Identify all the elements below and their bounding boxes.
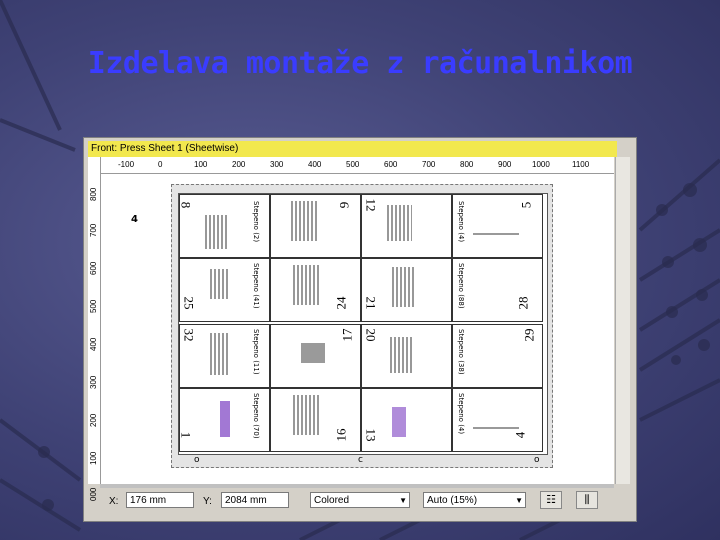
page-slug: Stepeno (41) — [252, 263, 260, 309]
page-slug: Stepeno (88) — [457, 263, 465, 309]
page-number: 4 — [512, 431, 528, 439]
page-cell[interactable]: 1 Stepeno (70) — [179, 388, 270, 452]
hruler-tick: 100 — [194, 160, 208, 169]
vruler-tick: 100 — [89, 451, 98, 465]
slide-title: Izdelava montaže z računalnikom — [87, 46, 633, 81]
page-slug: Stepeno (2) — [252, 201, 260, 243]
hruler-tick: 300 — [270, 160, 284, 169]
page-number: 17 — [339, 328, 355, 342]
color-mode-value: Colored — [314, 495, 350, 506]
window-title: Front: Press Sheet 1 (Sheetwise) — [88, 141, 617, 157]
hruler-tick: 900 — [498, 160, 512, 169]
page-number: 9 — [336, 201, 352, 209]
page-slug: Stepeno (4) — [457, 393, 465, 435]
page-number: 21 — [363, 296, 379, 310]
page-cell[interactable]: 4 Stepeno (4) — [452, 388, 543, 452]
page-number: 5 — [518, 201, 534, 209]
vruler-tick: 600 — [89, 261, 98, 275]
x-label: X: — [109, 496, 119, 507]
page-cell[interactable]: 8 Stepeno (2) — [179, 194, 270, 258]
vruler-tick: 700 — [89, 223, 98, 237]
chevron-down-icon: ▼ — [515, 496, 523, 505]
vruler-tick: 800 — [89, 187, 98, 201]
press-sheet-canvas[interactable]: 4 8 Stepeno (2) 9 12 5 Stepeno (4) 25 St… — [101, 174, 614, 484]
grid-icon: ☷ — [546, 493, 556, 506]
zoom-value: Auto (15%) — [427, 495, 478, 506]
hruler-tick: 700 — [422, 160, 436, 169]
hruler-tick: 800 — [460, 160, 474, 169]
sheet-mark: c — [358, 455, 363, 465]
hruler-tick: 1100 — [572, 160, 590, 169]
zoom-dropdown[interactable]: Auto (15%) ▼ — [423, 492, 526, 508]
page-cell[interactable]: 12 — [361, 194, 452, 258]
vertical-ruler: 800 700 600 500 400 300 200 100 000 — [88, 157, 101, 501]
page-cell[interactable]: 21 — [361, 258, 452, 322]
page-cell[interactable]: 29 Stepeno (38) — [452, 324, 543, 388]
fit-view-button[interactable]: ⫼ — [576, 491, 598, 509]
page-slug: Stepeno (70) — [252, 393, 260, 439]
page-number: 25 — [181, 296, 197, 310]
vruler-tick: 500 — [89, 299, 98, 313]
vruler-tick: 200 — [89, 413, 98, 427]
page-cell[interactable]: 24 — [270, 258, 361, 322]
page-cell[interactable]: 25 Stepeno (41) — [179, 258, 270, 322]
page-cell[interactable]: 5 Stepeno (4) — [452, 194, 543, 258]
y-coordinate-field[interactable]: 2084 mm — [221, 492, 289, 508]
page-number: 1 — [179, 431, 194, 439]
horizontal-ruler: -100 0 100 200 300 400 500 600 700 800 9… — [100, 157, 614, 174]
x-coordinate-field[interactable]: 176 mm — [126, 492, 194, 508]
hruler-tick: 1000 — [532, 160, 550, 169]
vertical-scrollbar[interactable] — [615, 157, 630, 484]
vruler-tick: 400 — [89, 337, 98, 351]
page-number: 16 — [333, 428, 349, 442]
page-number: 29 — [521, 328, 537, 342]
color-mode-dropdown[interactable]: Colored ▼ — [310, 492, 410, 508]
page-cell[interactable]: 32 Stepeno (11) — [179, 324, 270, 388]
hruler-tick: 0 — [158, 160, 163, 169]
cursor-marker: 4 — [131, 214, 138, 225]
page-slug: Stepeno (4) — [457, 201, 465, 243]
page-cell[interactable]: 20 — [361, 324, 452, 388]
hruler-tick: 400 — [308, 160, 322, 169]
page-number: 32 — [181, 328, 197, 342]
vruler-tick: 300 — [89, 375, 98, 389]
page-cell[interactable]: 13 — [361, 388, 452, 452]
page-number: 24 — [333, 296, 349, 310]
page-cell[interactable]: 28 Stepeno (88) — [452, 258, 543, 322]
page-number: 28 — [515, 296, 531, 310]
hruler-tick: 600 — [384, 160, 398, 169]
status-bar: X: 176 mm Y: 2084 mm Colored ▼ Auto (15%… — [88, 488, 631, 516]
hruler-tick: 200 — [232, 160, 246, 169]
page-slug: Stepeno (38) — [457, 329, 465, 375]
press-sheet[interactable]: 8 Stepeno (2) 9 12 5 Stepeno (4) 25 Step… — [178, 193, 548, 455]
page-number: 8 — [179, 201, 194, 209]
y-label: Y: — [203, 496, 212, 507]
page-cell[interactable]: 16 — [270, 388, 361, 452]
page-number: 20 — [363, 328, 379, 342]
page-cell[interactable]: 17 — [270, 324, 361, 388]
columns-icon: ⫼ — [584, 493, 590, 506]
page-slug: Stepeno (11) — [252, 329, 260, 375]
sheet-mark: o — [194, 455, 200, 465]
sheet-mark: o — [534, 455, 540, 465]
page-number: 13 — [363, 428, 379, 442]
sheet-frame: 8 Stepeno (2) 9 12 5 Stepeno (4) 25 Step… — [171, 184, 553, 468]
page-number: 12 — [363, 198, 379, 212]
hruler-tick: -100 — [118, 160, 135, 169]
page-cell[interactable]: 9 — [270, 194, 361, 258]
hruler-tick: 500 — [346, 160, 360, 169]
grid-view-button[interactable]: ☷ — [540, 491, 562, 509]
imposition-window: Front: Press Sheet 1 (Sheetwise) -100 0 … — [83, 137, 637, 522]
chevron-down-icon: ▼ — [399, 496, 407, 505]
